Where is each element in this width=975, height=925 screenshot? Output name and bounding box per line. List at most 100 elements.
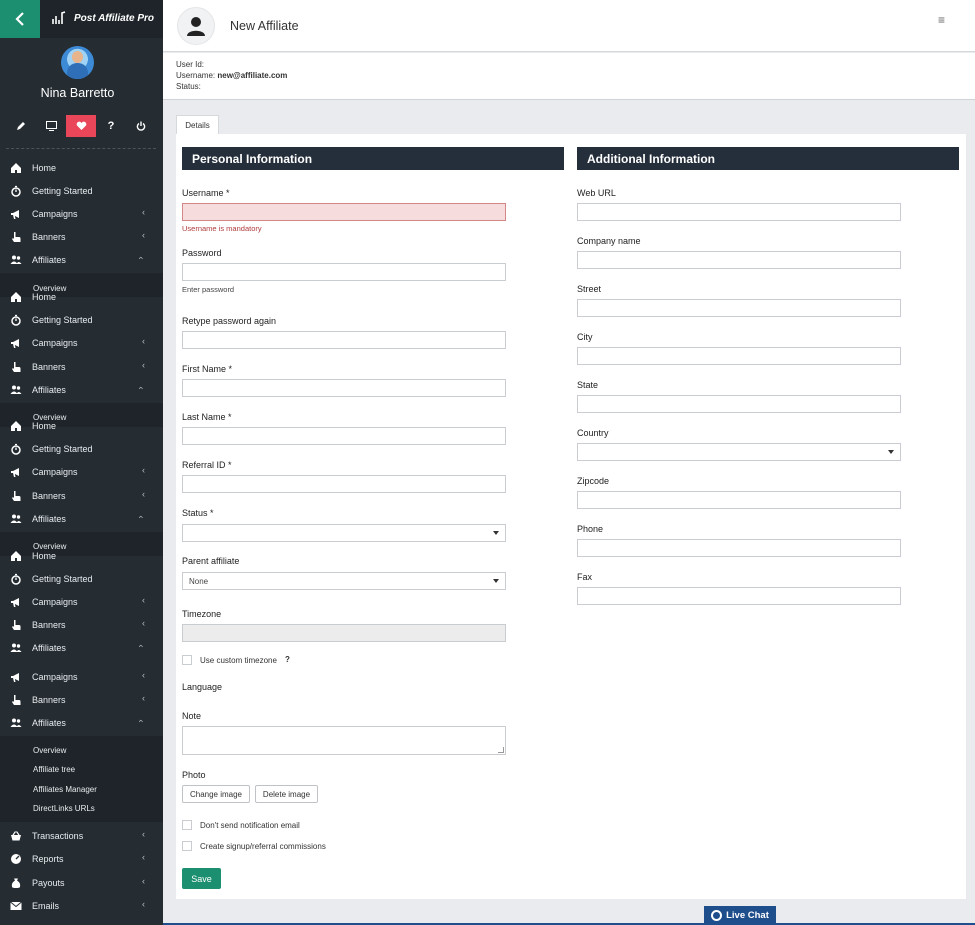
country-select[interactable] (577, 443, 901, 461)
timezone-label: Timezone (182, 609, 222, 619)
sidebar-item-affiliates[interactable]: Affiliates ‹ (0, 249, 163, 271)
sidebar-subitem[interactable]: Affiliate tree (33, 765, 75, 774)
user-silhouette-icon (187, 17, 205, 36)
sidebar-item-getting-started[interactable]: Getting Started (0, 309, 163, 331)
tab-details[interactable]: Details (176, 115, 219, 135)
referral-id-input[interactable] (182, 475, 506, 493)
page-title: New Affiliate (230, 19, 299, 33)
note-textarea[interactable] (182, 726, 506, 755)
street-label: Street (577, 284, 602, 294)
moneybag-icon (0, 877, 32, 889)
web-url-input[interactable] (577, 203, 901, 221)
retype-password-input[interactable] (182, 331, 506, 349)
sidebar-item-banners[interactable]: Banners ‹ (0, 614, 163, 636)
sidebar-item-campaigns[interactable]: Campaigns ‹ (0, 203, 163, 225)
sidebar-item-transactions[interactable]: Transactions ‹ (0, 825, 163, 847)
status-select[interactable] (182, 524, 506, 542)
phone-input[interactable] (577, 539, 901, 557)
users-icon (0, 384, 32, 396)
zipcode-label: Zipcode (577, 476, 610, 486)
change-image-button[interactable]: Change image (182, 785, 250, 803)
avatar[interactable] (61, 46, 94, 79)
pencil-icon[interactable] (6, 115, 36, 137)
logo[interactable]: Post Affiliate Pro (52, 11, 154, 25)
live-chat-label: Live Chat (726, 910, 769, 921)
sidebar-item-label: Getting Started (32, 444, 93, 454)
sidebar-item-campaigns[interactable]: Campaigns ‹ (0, 666, 163, 688)
sidebar-item-emails[interactable]: Emails ‹ (0, 895, 163, 917)
chevron-down-icon: ‹ (136, 644, 147, 648)
parent-affiliate-select[interactable]: None (182, 572, 506, 590)
username-input[interactable] (182, 203, 506, 221)
save-button[interactable]: Save (182, 868, 221, 889)
create-commissions-label: Create signup/referral commissions (200, 842, 326, 851)
sidebar-item-label: Getting Started (32, 186, 93, 196)
last-name-input[interactable] (182, 427, 506, 445)
sidebar-item-label: Emails (32, 901, 60, 911)
create-commissions-checkbox[interactable] (182, 841, 192, 851)
sidebar-item-label: Banners (32, 620, 66, 630)
power-icon[interactable] (126, 115, 156, 137)
question-icon[interactable]: ? (96, 115, 126, 137)
sidebar-item-campaigns[interactable]: Campaigns ‹ (0, 461, 163, 483)
sidebar-item-home[interactable]: Home (0, 415, 163, 437)
sidebar-item-banners[interactable]: Banners ‹ (0, 689, 163, 711)
hamburger-menu-icon[interactable]: ≡ (938, 13, 945, 27)
sidebar-item-reports[interactable]: Reports ‹ (0, 848, 163, 870)
sidebar-item-banners[interactable]: Banners ‹ (0, 485, 163, 507)
resize-grip-icon[interactable] (498, 747, 504, 753)
chevron-left-icon: ‹ (142, 670, 145, 680)
password-input[interactable] (182, 263, 506, 281)
sidebar-item-affiliates[interactable]: Affiliates ‹ (0, 508, 163, 530)
sidebar-item-campaigns[interactable]: Campaigns ‹ (0, 332, 163, 354)
sidebar-item-label: Banners (32, 232, 66, 242)
sidebar-item-label: Affiliates (32, 718, 66, 728)
city-label: City (577, 332, 593, 342)
sidebar-item-getting-started[interactable]: Getting Started (0, 180, 163, 202)
state-input[interactable] (577, 395, 901, 413)
first-name-input[interactable] (182, 379, 506, 397)
chevron-left-icon: ‹ (142, 829, 145, 839)
collapse-sidebar-button[interactable] (0, 0, 40, 38)
monitor-icon[interactable] (36, 115, 66, 137)
parent-affiliate-label: Parent affiliate (182, 556, 240, 566)
delete-image-button[interactable]: Delete image (255, 785, 318, 803)
city-input[interactable] (577, 347, 901, 365)
sidebar-item-affiliates[interactable]: Affiliates ‹ (0, 712, 163, 734)
sidebar-top-bar: Post Affiliate Pro (0, 0, 163, 38)
sidebar-item-banners[interactable]: Banners ‹ (0, 356, 163, 378)
users-icon (0, 642, 32, 654)
help-question-icon[interactable]: ? (285, 655, 290, 664)
custom-timezone-checkbox[interactable] (182, 655, 192, 665)
company-name-input[interactable] (577, 251, 901, 269)
sidebar-item-campaigns[interactable]: Campaigns ‹ (0, 591, 163, 613)
sidebar-subitem[interactable]: Affiliates Manager (33, 785, 97, 794)
sidebar-item-home[interactable]: Home (0, 286, 163, 308)
sidebar-item-getting-started[interactable]: Getting Started (0, 438, 163, 460)
sidebar-item-label: Campaigns (32, 672, 78, 682)
sidebar-item-getting-started[interactable]: Getting Started (0, 568, 163, 590)
additional-information-header: Additional Information (577, 147, 959, 170)
fax-label: Fax (577, 572, 593, 582)
sidebar-item-label: Reports (32, 854, 64, 864)
street-input[interactable] (577, 299, 901, 317)
sidebar-subitem[interactable]: Overview (33, 746, 66, 755)
zipcode-input[interactable] (577, 491, 901, 509)
fax-input[interactable] (577, 587, 901, 605)
sidebar-item-affiliates[interactable]: Affiliates ‹ (0, 637, 163, 659)
language-label: Language (182, 682, 223, 692)
sidebar-item-home[interactable]: Home (0, 157, 163, 179)
stopwatch-icon (0, 185, 32, 197)
first-name-label: First Name * (182, 364, 233, 374)
sidebar-item-home[interactable]: Home (0, 545, 163, 567)
no-notification-checkbox[interactable] (182, 820, 192, 830)
sidebar-item-label: Getting Started (32, 574, 93, 584)
sidebar-item-affiliates[interactable]: Affiliates ‹ (0, 379, 163, 401)
sidebar-item-payouts[interactable]: Payouts ‹ (0, 872, 163, 894)
sidebar-item-label: Affiliates (32, 255, 66, 265)
heart-icon[interactable] (66, 115, 96, 137)
stopwatch-icon (0, 573, 32, 585)
affiliate-avatar (177, 7, 215, 45)
sidebar-subitem[interactable]: DirectLinks URLs (33, 804, 95, 813)
sidebar-item-banners[interactable]: Banners ‹ (0, 226, 163, 248)
